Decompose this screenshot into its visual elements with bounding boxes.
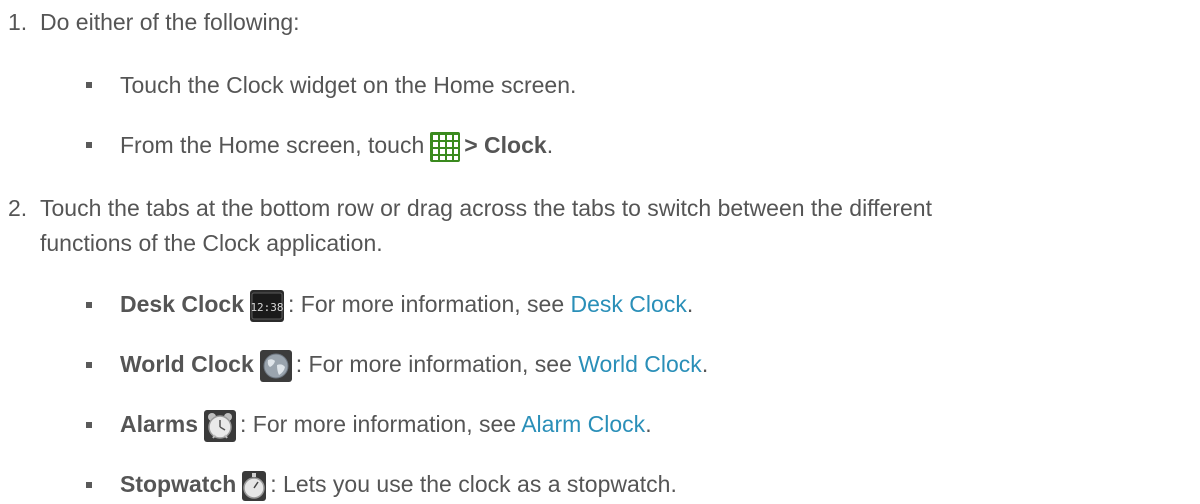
- bullet-item: Touch the Clock widget on the Home scree…: [120, 71, 576, 99]
- bullet-text: From the Home screen, touch: [120, 132, 425, 158]
- punctuation: .: [686, 291, 694, 318]
- punctuation: .: [546, 132, 554, 158]
- alarm-clock-icon: [203, 410, 236, 442]
- bullet-marker: [86, 422, 92, 428]
- link-world-clock[interactable]: World Clock: [578, 351, 702, 377]
- bullet-label: Alarms: [120, 411, 198, 438]
- bullet-marker: [86, 142, 92, 148]
- step-text-line1: Touch the tabs at the bottom row or drag…: [40, 195, 932, 221]
- step-number: 2.: [8, 195, 28, 221]
- step-number: 1.: [8, 9, 28, 35]
- link-desk-clock[interactable]: Desk Clock: [571, 291, 687, 317]
- apps-grid-icon: [430, 131, 461, 162]
- bullet-item-alarms: Alarms : For more information, see Alarm…: [120, 410, 652, 442]
- bullet-marker: [86, 362, 92, 368]
- link-alarm-clock[interactable]: Alarm Clock: [521, 411, 645, 437]
- bullet-text: : For more information, see: [239, 411, 522, 438]
- bullet-marker: [86, 82, 92, 88]
- stopwatch-icon: [242, 470, 267, 501]
- bullet-label: Desk Clock: [120, 291, 245, 318]
- bullet-label: World Clock: [120, 351, 254, 378]
- bullet-item-stopwatch: Stopwatch : Lets you use the clock as a …: [120, 470, 677, 501]
- bold-command: > Clock: [464, 132, 547, 158]
- step-text-line2: functions of the Clock application.: [40, 230, 383, 256]
- bullet-label: Stopwatch: [120, 471, 237, 497]
- bullet-text: Touch the Clock widget on the Home scree…: [120, 72, 577, 98]
- bullet-text: : For more information, see: [295, 351, 579, 378]
- svg-text:12:38: 12:38: [250, 301, 283, 314]
- bullet-item-world-clock: World Clock : For more information, see …: [120, 350, 708, 382]
- globe-icon: [259, 350, 292, 382]
- step-2-continued: functions of the Clock application.: [40, 229, 383, 257]
- bullet-text: : For more information, see: [288, 291, 571, 318]
- bullet-text: : Lets you use the clock as a stopwatch.: [270, 471, 677, 497]
- punctuation: .: [645, 411, 652, 438]
- bullet-marker: [86, 482, 92, 488]
- bullet-marker: [86, 302, 92, 308]
- bullet-item-desk-clock: Desk Clock 12:38 : For more information,…: [120, 290, 693, 322]
- punctuation: .: [701, 351, 709, 378]
- desk-clock-icon: 12:38: [250, 290, 285, 322]
- bullet-item: From the Home screen, touch > Clock.: [120, 131, 553, 162]
- step-text: Do either of the following:: [40, 9, 300, 35]
